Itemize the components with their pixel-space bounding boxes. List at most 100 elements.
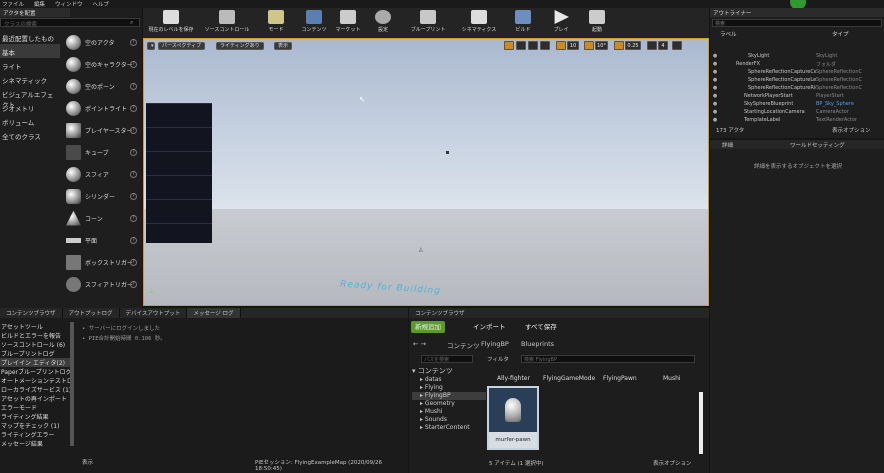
path-flyingbp[interactable]: FlyingBP: [481, 340, 509, 348]
place-item-box-trigger[interactable]: ボックストリガー?: [62, 250, 140, 274]
rotation-snap-icon[interactable]: [584, 41, 594, 50]
asset-tile[interactable]: Ally-fighter: [497, 375, 530, 382]
log-category[interactable]: メッセージ結果: [0, 439, 70, 448]
import-button[interactable]: インポート: [469, 321, 510, 333]
place-item-empty-actor[interactable]: 空のアクタ?: [62, 30, 140, 54]
details-tab[interactable]: 詳細: [722, 141, 733, 149]
class-search-input[interactable]: クラスの検索: [0, 18, 140, 28]
filters-button[interactable]: フィルタ: [487, 355, 509, 363]
visibility-eye-icon[interactable]: ●: [710, 93, 720, 99]
log-show-button[interactable]: 表示: [82, 458, 93, 466]
world-settings-tab[interactable]: ワールドセッティング: [790, 141, 845, 149]
outliner-search-input[interactable]: 検索: [712, 19, 882, 27]
camera-speed-icon[interactable]: [647, 41, 657, 50]
log-category[interactable]: Paperブループリントログ: [0, 367, 70, 376]
launch-button[interactable]: 起動: [579, 8, 615, 38]
help-icon[interactable]: ?: [130, 236, 137, 244]
help-icon[interactable]: ?: [130, 126, 137, 134]
log-category[interactable]: エラーモード: [0, 403, 70, 412]
place-item-cone[interactable]: コーン?: [62, 206, 140, 230]
help-icon[interactable]: ?: [130, 192, 137, 200]
outliner-row[interactable]: ● SphereReflectionCaptureRight SphereRefle…: [710, 84, 884, 92]
asset-tile[interactable]: FlyingPawn: [603, 375, 637, 382]
category-scrollbar[interactable]: [70, 322, 74, 446]
help-icon[interactable]: ?: [130, 82, 137, 90]
log-category[interactable]: ライティング結果: [0, 412, 70, 421]
show-button[interactable]: 表示: [274, 42, 293, 50]
marketplace-button[interactable]: マーケット: [331, 8, 365, 38]
help-icon[interactable]: ?: [130, 280, 137, 288]
menu-window[interactable]: ウィンドウ: [55, 0, 83, 8]
menu-edit[interactable]: 編集: [34, 0, 45, 8]
content-browser-tab[interactable]: コンテンツブラウザ: [415, 309, 465, 317]
folder-tree-item[interactable]: ▸ Flying: [412, 384, 486, 392]
place-item-sphere-trigger[interactable]: スフィアトリガー?: [62, 272, 140, 296]
folder-tree-item[interactable]: ▸ datas: [412, 376, 486, 384]
asset-search-input[interactable]: 検索 FlyingBP: [521, 355, 695, 363]
log-category[interactable]: オートメーションテストログ: [0, 376, 70, 385]
visibility-eye-icon[interactable]: ●: [710, 109, 720, 115]
outliner-view-options-button[interactable]: 表示オプション: [832, 126, 871, 134]
grid-snap-icon[interactable]: [556, 41, 566, 50]
category-volumes[interactable]: ボリューム: [0, 114, 60, 128]
lighting-mode-button[interactable]: ライティングあり: [216, 42, 264, 50]
label-column-header[interactable]: ラベル: [720, 30, 737, 38]
outliner-row[interactable]: ● TemplateLabel TextRenderActor: [710, 116, 884, 124]
world-icon[interactable]: [540, 41, 550, 50]
rotate-icon[interactable]: [516, 41, 526, 50]
transform-move-icon[interactable]: [504, 41, 514, 50]
scale-icon[interactable]: [528, 41, 538, 50]
outliner-row[interactable]: ● RenderFX フォルダ: [710, 60, 884, 68]
nav-back-forward-icon[interactable]: ← →: [413, 340, 426, 348]
visibility-eye-icon[interactable]: ●: [710, 85, 720, 91]
place-item-empty-pawn[interactable]: 空のポーン?: [62, 74, 140, 98]
asset-scrollbar[interactable]: [699, 392, 703, 454]
add-new-button[interactable]: 新規追加: [411, 321, 445, 333]
folder-tree-item[interactable]: ▸ Sounds: [412, 416, 486, 424]
scale-snap-icon[interactable]: [614, 41, 624, 50]
session-filter-dropdown[interactable]: PIEセッション: FlyingExampleMap (2020/09/26 1…: [255, 458, 408, 472]
place-item-empty-character[interactable]: 空のキャラクター?: [62, 52, 140, 76]
place-item-sphere[interactable]: スフィア?: [62, 162, 140, 186]
message-log-tab[interactable]: メッセージ ログ: [187, 308, 241, 318]
rotation-snap-value[interactable]: 10°: [595, 41, 608, 50]
place-item-cube[interactable]: キューブ?: [62, 140, 140, 164]
folder-tree-item-selected[interactable]: ▸ FlyingBP: [412, 392, 486, 400]
output-log-tab[interactable]: アウトプットログ: [63, 308, 120, 318]
folder-tree-item[interactable]: ▸ StarterContent: [412, 424, 486, 432]
visibility-eye-icon[interactable]: ●: [710, 77, 720, 83]
log-category[interactable]: アセットツール: [0, 322, 70, 331]
path-root[interactable]: コンテンツ: [447, 340, 480, 350]
log-category[interactable]: マップをチェック (1): [0, 421, 70, 430]
maximize-icon[interactable]: [672, 41, 682, 50]
visibility-eye-icon[interactable]: ●: [710, 101, 720, 107]
scale-snap-value[interactable]: 0.25: [625, 41, 641, 50]
perspective-button[interactable]: パースペクティブ: [158, 42, 206, 50]
help-icon[interactable]: ?: [130, 170, 137, 178]
settings-button[interactable]: 設定: [365, 8, 401, 38]
log-category[interactable]: ソースコントロール (6): [0, 340, 70, 349]
outliner-row[interactable]: ●SphereReflectionCaptureCentreSphereRefl…: [710, 68, 884, 76]
log-category[interactable]: ローカライズサービス (1): [0, 385, 70, 394]
outliner-row[interactable]: ● StartingLocationCamera CameraActor: [710, 108, 884, 116]
content-button[interactable]: コンテンツ: [297, 8, 331, 38]
source-control-button[interactable]: ソースコントロール: [199, 8, 255, 38]
menu-help[interactable]: ヘルプ: [93, 0, 110, 8]
play-button[interactable]: プレイ: [543, 8, 579, 38]
outliner-row[interactable]: ● SkyLight SkyLight: [710, 52, 884, 60]
log-category[interactable]: ビルドとエラーを報告: [0, 331, 70, 340]
help-icon[interactable]: ?: [130, 38, 137, 46]
category-geometry[interactable]: ジオメトリ: [0, 100, 60, 114]
save-level-button[interactable]: 現在のレベルを保存: [143, 8, 199, 38]
grid-size-value[interactable]: 10: [567, 41, 579, 50]
help-icon[interactable]: ?: [130, 214, 137, 222]
folder-tree-item[interactable]: ▾ コンテンツ: [412, 366, 486, 375]
category-basic[interactable]: 基本: [0, 44, 60, 58]
outliner-tab[interactable]: アウトライナー: [710, 8, 884, 17]
camera-speed-value[interactable]: 4: [658, 41, 668, 50]
category-all-classes[interactable]: 全てのクラス: [0, 128, 60, 142]
log-category[interactable]: ブループリントログ: [0, 349, 70, 358]
path-blueprints[interactable]: Blueprints: [521, 340, 554, 348]
help-icon[interactable]: ?: [130, 148, 137, 156]
place-item-player-start[interactable]: プレイヤースター?: [62, 118, 140, 142]
